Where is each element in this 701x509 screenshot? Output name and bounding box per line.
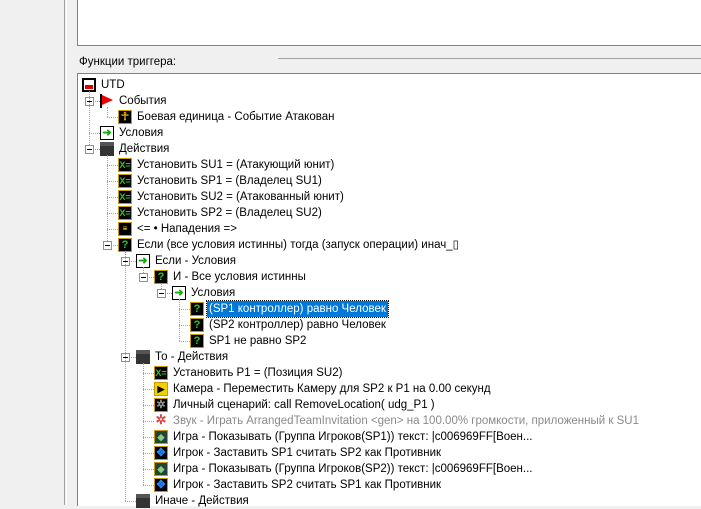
collapse-toggle[interactable] (139, 273, 148, 282)
tree-item-label: Установить SU2 = (Атакованный юнит) (137, 191, 344, 203)
tree-item[interactable]: ? (SP2 контроллер) равно Человек (78, 317, 698, 333)
left-panel (0, 0, 65, 505)
game-icon: ◆ (154, 430, 168, 444)
tree-item[interactable]: ✥ Игрок - Заставить SP2 считать SP1 как П… (78, 477, 698, 493)
panel-divider[interactable] (66, 0, 67, 505)
conditions-icon: ➜ (136, 254, 150, 268)
tree-item-label: (SP1 контроллер) равно Человек (206, 300, 389, 318)
camera-icon: ▶ (154, 382, 168, 396)
tree-item-label: <= • Нападения => (137, 223, 237, 235)
collapse-toggle[interactable] (85, 145, 94, 154)
tree-item[interactable]: События (78, 93, 698, 109)
tree-item[interactable]: ➜ Если - Условия (78, 253, 698, 269)
game-icon: ◆ (154, 462, 168, 476)
tree-item[interactable]: Действия (78, 141, 698, 157)
tree-item-label: Игрок - Заставить SP2 считать SP1 как Пр… (173, 479, 442, 491)
condition-question-icon: ? (190, 334, 204, 348)
tree-item-label: Установить SP1 = (Владелец SU1) (137, 175, 322, 187)
conditions-icon: ➜ (100, 126, 114, 140)
set-variable-icon: X= (118, 206, 132, 220)
tree-item-label: Установить P1 = (Позиция SU2) (173, 367, 343, 379)
tree-item-label: Звук - Играть ArrangedTeamInvitation <ge… (173, 415, 639, 427)
tree-item-label: Игрок - Заставить SP1 считать SP2 как Пр… (173, 447, 442, 459)
sound-gear-icon: ✲ (154, 412, 168, 428)
tree-connector (125, 251, 126, 501)
tree-item[interactable]: То - Действия (78, 349, 698, 365)
actions-clapper-icon (136, 350, 150, 364)
condition-question-icon: ? (190, 302, 204, 316)
group-divider (278, 58, 701, 59)
tree-item[interactable]: ➜ Условия (78, 285, 698, 301)
tree-item-label: UTD (101, 79, 125, 91)
gear-icon: ✲ (154, 398, 168, 412)
tree-connector (107, 155, 108, 245)
tree-item[interactable]: ◆ Игра - Показывать (Группа Игроков(SP2))… (78, 461, 698, 477)
set-variable-icon: X= (118, 190, 132, 204)
conditions-icon: ➜ (172, 286, 186, 300)
and-question-icon: ? (154, 270, 168, 284)
if-question-icon: ? (118, 238, 132, 252)
tree-item[interactable]: ✲ Звук - Играть ArrangedTeamInvitation <g… (78, 413, 698, 429)
tree-item[interactable]: ? И - Все условия истинны (78, 269, 698, 285)
tree-item[interactable]: ▶ Камера - Переместить Камеру для SP2 к P… (78, 381, 698, 397)
tree-item-label: Игра - Показывать (Группа Игроков(SP2)) … (173, 463, 533, 475)
actions-clapper-icon (136, 494, 150, 508)
tree-item[interactable]: ? (SP1 контроллер) равно Человек (78, 300, 698, 318)
trigger-comment-box[interactable] (77, 0, 701, 46)
tree-item-label: Личный сценарий: call RemoveLocation( ud… (173, 399, 435, 411)
tree-item-label: То - Действия (155, 351, 229, 363)
tree-item[interactable]: X= Установить SP1 = (Владелец SU1) (78, 173, 698, 189)
unit-event-icon: ☥ (118, 110, 132, 124)
tree-item[interactable]: ✲ Личный сценарий: call RemoveLocation( u… (78, 397, 698, 413)
set-variable-icon: X= (118, 174, 132, 188)
tree-item-label: Установить SU1 = (Атакующий юнит) (137, 159, 335, 171)
tree-item-label: Условия (119, 127, 164, 139)
tree-item[interactable]: Иначе - Действия (78, 493, 698, 509)
tree-item-label: Условия (191, 287, 236, 299)
tree-item-label: Иначе - Действия (155, 495, 249, 507)
tree-item[interactable]: X= Установить P1 = (Позиция SU2) (78, 365, 698, 381)
set-variable-icon: X= (154, 366, 168, 380)
comment-icon: ≡ (118, 222, 132, 236)
trigger-doc-icon (82, 78, 96, 92)
tree-item[interactable]: ◆ Игра - Показывать (Группа Игроков(SP1))… (78, 429, 698, 445)
tree-item[interactable]: X= Установить SU1 = (Атакующий юнит) (78, 157, 698, 173)
tree-item-label: Боевая единица - Событие Атакован (137, 111, 335, 123)
tree-item[interactable]: ☥ Боевая единица - Событие Атакован (78, 109, 698, 125)
trigger-functions-label: Функции триггера: (79, 56, 177, 68)
tree-item-label: Если (все условия истинны) тогда (запуск… (137, 239, 459, 251)
actions-clapper-icon (100, 142, 114, 156)
tree-connector (143, 363, 144, 485)
trigger-functions-tree[interactable]: UTD События ☥ Боевая единица - Событие Атак… (77, 73, 701, 509)
condition-question-icon: ? (190, 318, 204, 332)
tree-item-label: События (119, 95, 167, 107)
tree-item[interactable]: X= Установить SP2 = (Владелец SU2) (78, 205, 698, 221)
tree-item[interactable]: UTD (78, 77, 698, 93)
tree-item-label: И - Все условия истинны (173, 271, 306, 283)
tree-item[interactable]: ? Если (все условия истинны) тогда (запус… (78, 237, 698, 253)
tree-item[interactable]: ➜ Условия (78, 125, 698, 141)
tree-item-label: SP1 не равно SP2 (209, 335, 307, 347)
tree-item[interactable]: ? SP1 не равно SP2 (78, 333, 698, 349)
tree-item-label: Установить SP2 = (Владелец SU2) (137, 207, 322, 219)
collapse-toggle[interactable] (157, 289, 166, 298)
player-icon: ✥ (154, 446, 168, 460)
tree-item-label: Игра - Показывать (Группа Игроков(SP1)) … (173, 431, 533, 443)
collapse-toggle[interactable] (103, 241, 112, 250)
tree-item-label: Действия (119, 143, 170, 155)
tree-item-label: Камера - Переместить Камеру для SP2 к P1… (173, 383, 491, 395)
set-variable-icon: X= (118, 158, 132, 172)
tree-item[interactable]: X= Установить SU2 = (Атакованный юнит) (78, 189, 698, 205)
tree-item-label: (SP2 контроллер) равно Человек (209, 319, 386, 331)
tree-item-label: Если - Условия (155, 255, 236, 267)
events-flag-icon (100, 94, 114, 108)
tree-item[interactable]: ✥ Игрок - Заставить SP1 считать SP2 как П… (78, 445, 698, 461)
player-icon: ✥ (154, 478, 168, 492)
tree-item[interactable]: ≡ <= • Нападения => (78, 221, 698, 237)
